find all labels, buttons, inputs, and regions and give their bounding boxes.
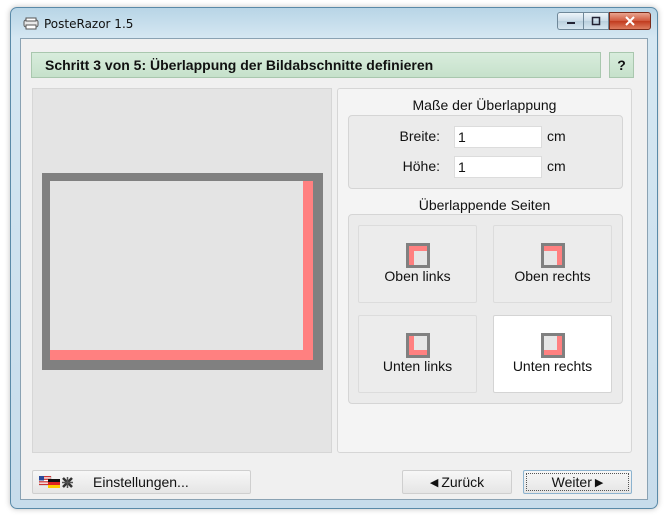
help-button[interactable]: ?: [609, 52, 634, 78]
overlap-bottom-right-label: Unten rechts: [512, 358, 593, 374]
window-title: PosteRazor 1.5: [44, 17, 134, 31]
height-unit: cm: [547, 158, 566, 174]
overlap-bottom-left-label: Unten links: [382, 358, 453, 374]
poster-preview-image: [42, 173, 323, 370]
next-label: Weiter: [551, 474, 592, 490]
overlap-top-right-icon: [541, 243, 565, 268]
back-button[interactable]: ◀ Zurück: [402, 470, 512, 494]
maximize-button[interactable]: [583, 12, 609, 30]
window-controls: [557, 12, 651, 31]
app-logo-icon: [23, 17, 39, 30]
height-label: Höhe:: [402, 158, 440, 174]
width-label: Breite:: [399, 128, 440, 144]
next-button[interactable]: Weiter ▶: [523, 470, 632, 494]
overlap-bottom-right-button[interactable]: Unten rechts: [493, 315, 612, 393]
overlap-preview: [32, 88, 332, 453]
width-row: Breite: cm: [349, 126, 622, 148]
overlap-top-right-label: Oben rechts: [514, 268, 591, 284]
maximize-icon: [591, 16, 601, 26]
title-bar[interactable]: PosteRazor 1.5: [11, 8, 657, 38]
height-row: Höhe: cm: [349, 156, 622, 178]
minimize-icon: [566, 22, 575, 24]
overlap-top-right-button[interactable]: Oben rechts: [493, 225, 612, 303]
overlap-top-left-button[interactable]: Oben links: [358, 225, 477, 303]
app-window: PosteRazor 1.5 Schritt 3 von 5: Überlapp…: [10, 7, 658, 509]
settings-label: Einstellungen...: [93, 474, 189, 490]
overlap-bottom-left-button[interactable]: Unten links: [358, 315, 477, 393]
overlapping-sides-group: Oben links Oben rechts Unten links Unten…: [348, 214, 623, 404]
close-button[interactable]: [609, 12, 651, 30]
overlap-size-title: Maße der Überlappung: [412, 97, 557, 113]
settings-button[interactable]: Einstellungen...: [32, 470, 251, 494]
height-input[interactable]: [454, 156, 542, 178]
settings-panel: Maße der Überlappung Breite: cm Höhe: cm…: [337, 88, 632, 453]
width-unit: cm: [547, 128, 566, 144]
width-input[interactable]: [454, 126, 542, 148]
overlap-size-group: Breite: cm Höhe: cm: [348, 115, 623, 189]
overlap-bottom-right-icon: [541, 333, 565, 358]
overlap-bottom-left-icon: [406, 333, 430, 358]
arrow-left-icon: ◀: [429, 476, 439, 489]
arrow-right-icon: ▶: [594, 476, 604, 489]
minimize-button[interactable]: [557, 12, 583, 30]
overlapping-sides-title: Überlappende Seiten: [418, 197, 551, 213]
back-label: Zurück: [441, 474, 485, 490]
overlap-top-left-icon: [406, 243, 430, 268]
client-area: Schritt 3 von 5: Überlappung der Bildabs…: [20, 38, 648, 500]
language-flags-icon: [39, 476, 73, 488]
overlap-top-left-label: Oben links: [384, 268, 451, 284]
step-title: Schritt 3 von 5: Überlappung der Bildabs…: [31, 52, 601, 78]
close-icon: [625, 16, 635, 26]
